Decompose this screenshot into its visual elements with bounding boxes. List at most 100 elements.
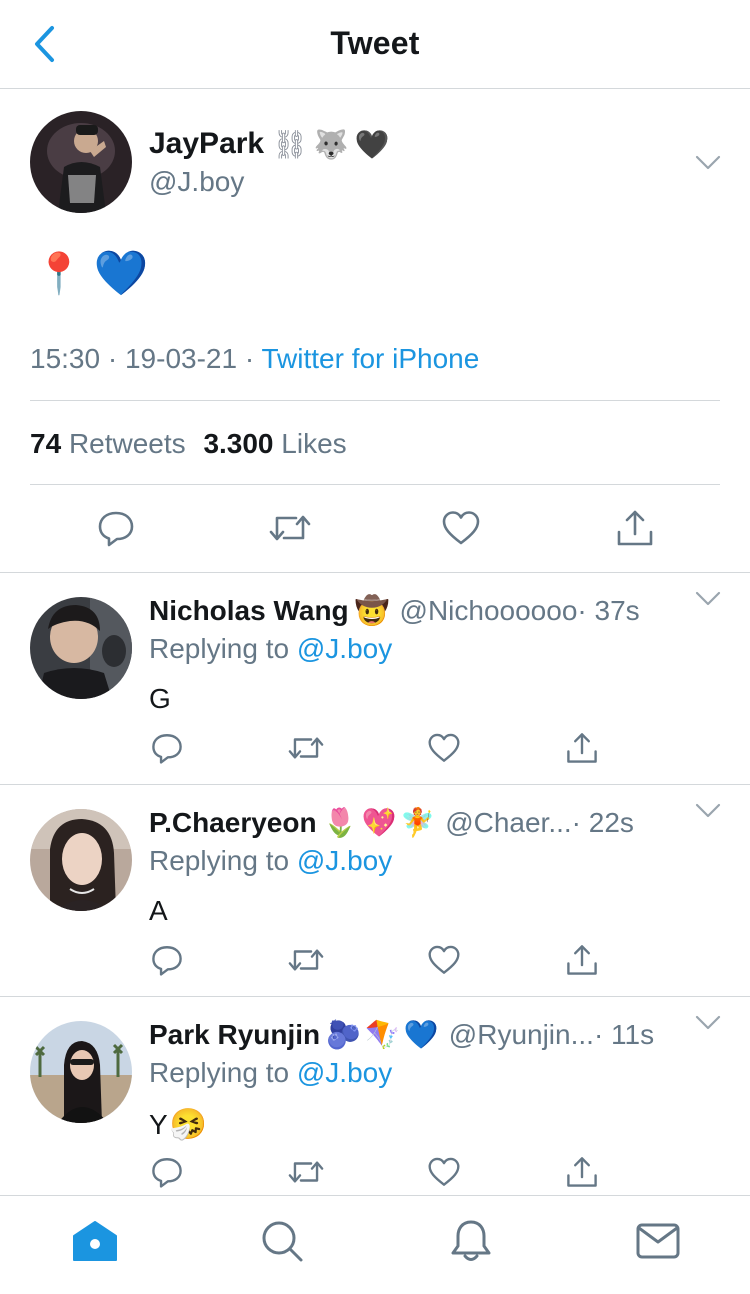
reply-text: G xyxy=(149,683,171,714)
main-tweet: JayPark ⛓ 🐺 🖤 @J.boy 📍 💙 15:30 · 19-03-2… xyxy=(0,89,750,573)
reply-timestamp: · 22s xyxy=(571,806,634,838)
sparkling-heart-emoji: 💖 xyxy=(361,806,397,839)
heart-icon xyxy=(428,1157,460,1186)
author-name[interactable]: JayPark ⛓ 🐺 🖤 xyxy=(149,127,389,161)
reply-text: Y 🤧 xyxy=(149,1107,208,1142)
retweet-button[interactable] xyxy=(282,1148,330,1196)
reply-avatar[interactable] xyxy=(30,597,132,699)
tab-search[interactable] xyxy=(257,1216,307,1266)
tweet-source-link[interactable]: Twitter for iPhone xyxy=(261,343,479,374)
kite-emoji: 🪁 xyxy=(365,1018,400,1051)
retweet-icon xyxy=(288,737,324,759)
comment-icon xyxy=(152,734,182,764)
mention-link[interactable]: @J.boy xyxy=(297,633,392,664)
tweet-time: 15:30 xyxy=(30,343,101,374)
mention-link[interactable]: @J.boy xyxy=(297,845,392,876)
author-avatar[interactable] xyxy=(30,111,132,213)
search-icon xyxy=(262,1221,303,1262)
tweet-options-button[interactable] xyxy=(693,153,723,173)
mention-link[interactable]: @J.boy xyxy=(297,1057,392,1088)
heart-icon xyxy=(428,945,460,974)
like-button[interactable] xyxy=(436,503,486,553)
retweet-button[interactable] xyxy=(282,724,330,772)
tweet-date: 19-03-21 xyxy=(124,343,238,374)
reply-button[interactable] xyxy=(143,1148,191,1196)
tweet-meta: 15:30 · 19-03-21 · Twitter for iPhone xyxy=(30,343,480,374)
reply-tweet[interactable]: Nicholas Wang 🤠 @Nichoooooo · 37s Replyi… xyxy=(0,573,750,785)
share-icon xyxy=(567,1157,597,1187)
reply-button[interactable] xyxy=(143,936,191,984)
reply-options-button[interactable] xyxy=(693,801,723,821)
chevron-down-icon xyxy=(695,1015,721,1030)
reply-avatar[interactable] xyxy=(30,809,132,911)
like-button[interactable] xyxy=(420,936,468,984)
reply-author-handle[interactable]: @Chaer... xyxy=(445,807,571,839)
replying-to: Replying to @J.boy xyxy=(149,1057,393,1088)
heart-icon xyxy=(442,511,480,545)
comment-icon xyxy=(98,511,134,547)
reply-avatar[interactable] xyxy=(30,1021,132,1123)
tulip-emoji: 🌷 xyxy=(322,806,358,839)
wolf-emoji: 🐺 xyxy=(313,127,349,161)
retweets-stat[interactable]: 74 Retweets xyxy=(30,428,186,459)
top-navigation-bar: Tweet xyxy=(0,0,750,89)
tab-messages[interactable] xyxy=(633,1216,683,1266)
reply-author-name[interactable]: Park Ryunjin xyxy=(149,1019,320,1051)
comment-icon xyxy=(152,946,182,976)
chevron-down-icon xyxy=(695,155,721,170)
blue-heart-emoji: 💙 xyxy=(93,248,149,299)
retweet-icon xyxy=(288,1161,324,1183)
heart-icon xyxy=(428,733,460,762)
reply-text: A xyxy=(149,895,168,926)
page-title: Tweet xyxy=(330,25,420,61)
reply-tweet[interactable]: Park Ryunjin 🫐 🪁 💙 @Ryunjin... · 11s Rep… xyxy=(0,997,750,1195)
reply-button[interactable] xyxy=(143,724,191,772)
blue-heart-emoji: 💙 xyxy=(403,1018,439,1051)
author-name-text: JayPark xyxy=(149,127,265,160)
replying-to: Replying to @J.boy xyxy=(149,845,393,876)
comment-icon xyxy=(152,1158,182,1188)
divider xyxy=(30,484,720,485)
reply-header: Nicholas Wang 🤠 @Nichoooooo · 37s xyxy=(149,594,640,627)
reply-author-handle[interactable]: @Nichoooooo xyxy=(400,595,578,627)
reply-author-name[interactable]: Nicholas Wang xyxy=(149,595,349,627)
tweet-stats: 74 Retweets 3.300 Likes xyxy=(30,428,347,460)
reply-tweet[interactable]: P.Chaeryeon 🌷 💖 🧚 @Chaer... · 22s Replyi… xyxy=(0,785,750,997)
retweet-icon xyxy=(269,515,311,541)
bell-icon xyxy=(451,1220,491,1261)
share-button[interactable] xyxy=(558,936,606,984)
chevron-down-icon xyxy=(695,803,721,818)
like-button[interactable] xyxy=(420,1148,468,1196)
replying-to: Replying to @J.boy xyxy=(149,633,393,664)
retweet-button[interactable] xyxy=(265,503,315,553)
like-button[interactable] xyxy=(420,724,468,772)
share-icon xyxy=(567,733,597,763)
bottom-tab-bar xyxy=(0,1195,750,1294)
share-icon xyxy=(617,510,653,546)
tab-notifications[interactable] xyxy=(446,1216,496,1266)
share-button[interactable] xyxy=(558,724,606,772)
black-heart-emoji: 🖤 xyxy=(354,127,390,161)
blueberries-emoji: 🫐 xyxy=(326,1018,362,1051)
reply-header: P.Chaeryeon 🌷 💖 🧚 @Chaer... · 22s xyxy=(149,806,634,839)
author-handle[interactable]: @J.boy xyxy=(149,166,244,198)
home-icon xyxy=(73,1221,117,1261)
reply-header: Park Ryunjin 🫐 🪁 💙 @Ryunjin... · 11s xyxy=(149,1018,654,1051)
reply-button[interactable] xyxy=(91,503,141,553)
fairy-emoji: 🧚 xyxy=(400,806,436,839)
reply-options-button[interactable] xyxy=(693,1013,723,1033)
reply-author-handle[interactable]: @Ryunjin... xyxy=(449,1019,594,1051)
reply-timestamp: · 37s xyxy=(577,594,640,626)
retweet-button[interactable] xyxy=(282,936,330,984)
sneezing-face-emoji: 🤧 xyxy=(169,1107,208,1142)
reply-options-button[interactable] xyxy=(693,589,723,609)
reply-timestamp: · 11s xyxy=(593,1018,655,1050)
divider xyxy=(30,400,720,401)
envelope-icon xyxy=(636,1223,680,1259)
tab-home[interactable] xyxy=(70,1216,120,1266)
cowboy-emoji: 🤠 xyxy=(354,594,390,627)
share-button[interactable] xyxy=(610,503,660,553)
share-button[interactable] xyxy=(558,1148,606,1196)
likes-stat[interactable]: 3.300 Likes xyxy=(203,428,346,459)
reply-author-name[interactable]: P.Chaeryeon xyxy=(149,807,317,839)
